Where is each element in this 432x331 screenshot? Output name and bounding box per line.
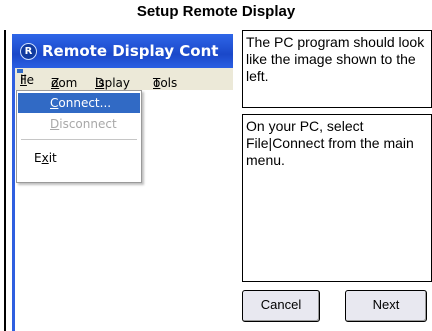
file-dropdown: Connect... Disconnect Exit xyxy=(16,90,142,183)
cancel-button[interactable]: Cancel xyxy=(242,290,320,322)
menu-separator xyxy=(21,139,137,140)
remote-display-logo-icon: R xyxy=(20,43,37,60)
left-border xyxy=(4,30,6,331)
instruction-top: The PC program should look like the imag… xyxy=(242,30,432,108)
dialog-title: Setup Remote Display xyxy=(136,3,296,20)
menu-item-disconnect: Disconnect xyxy=(50,117,117,131)
pc-program-screenshot: R Remote Display Cont File Zoom Display … xyxy=(12,34,233,331)
window-titlebar: R Remote Display Cont xyxy=(12,34,233,68)
menu-file: File xyxy=(17,69,34,87)
window-title: Remote Display Cont xyxy=(42,42,219,60)
menu-item-connect: Connect... xyxy=(18,93,140,113)
next-button[interactable]: Next xyxy=(345,290,427,322)
instruction-bottom: On your PC, select File|Connect from the… xyxy=(242,114,432,282)
menu-item-exit: Exit xyxy=(34,151,57,165)
menu-bar: File Zoom Display Tools xyxy=(15,68,233,90)
